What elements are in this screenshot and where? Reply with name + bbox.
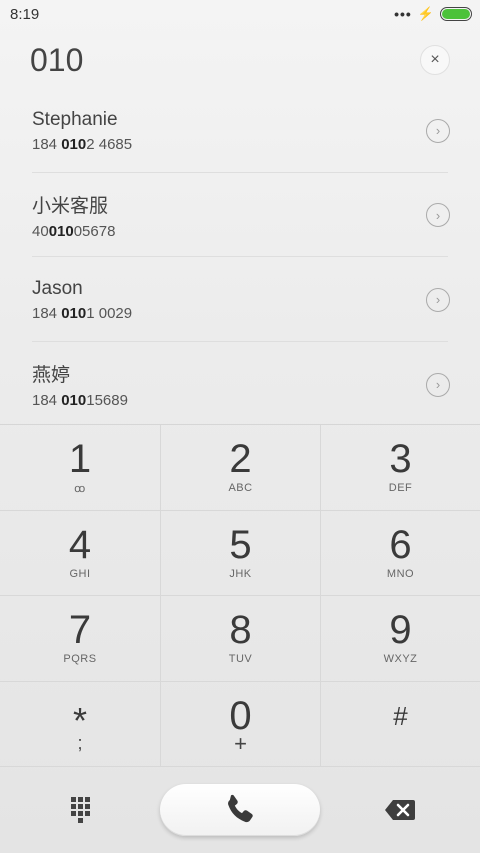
contact-number: 184 01015689 bbox=[32, 392, 128, 410]
dialed-number: 010 bbox=[30, 41, 84, 78]
dialer-action-bar bbox=[0, 766, 480, 853]
grid-icon bbox=[70, 796, 90, 823]
phone-icon bbox=[228, 794, 253, 822]
contact-results: Stephanie 184 0102 4685 › 小米客服 400100567… bbox=[0, 88, 480, 426]
dialed-number-row: 010 × bbox=[0, 36, 480, 84]
key-4[interactable]: 4 GHI bbox=[0, 510, 161, 596]
chevron-right-icon[interactable]: › bbox=[426, 372, 450, 397]
clear-button[interactable]: × bbox=[420, 45, 450, 75]
voicemail-icon: ꝏ bbox=[74, 483, 86, 496]
status-icons: ••• ⚡ bbox=[394, 6, 472, 22]
contact-result-item[interactable]: 燕婷 184 01015689 › bbox=[32, 342, 450, 427]
contact-result-item[interactable]: 小米客服 4001005678 › bbox=[32, 173, 450, 257]
key-3[interactable]: 3 DEF bbox=[321, 425, 480, 511]
battery-icon bbox=[440, 7, 472, 21]
contact-name: Stephanie bbox=[32, 108, 118, 130]
more-icon: ••• bbox=[394, 6, 412, 22]
key-star[interactable]: *; bbox=[0, 681, 161, 767]
contact-number: 184 0101 0029 bbox=[32, 304, 133, 322]
key-5[interactable]: 5 JHK bbox=[161, 510, 321, 596]
key-6[interactable]: 6 MNO bbox=[321, 511, 480, 596]
charging-icon: ⚡ bbox=[417, 6, 434, 21]
contact-name: 燕婷 bbox=[32, 365, 71, 387]
key-1[interactable]: 1ꝏ bbox=[0, 425, 161, 511]
key-9[interactable]: 9 WXYZ bbox=[321, 596, 480, 682]
contact-result-item[interactable]: Jason 184 0101 0029 › bbox=[32, 257, 450, 342]
status-bar: 8:19 ••• ⚡ bbox=[0, 0, 480, 28]
close-icon: × bbox=[430, 51, 440, 68]
contact-result-item[interactable]: Stephanie 184 0102 4685 › bbox=[32, 88, 450, 173]
contact-name: Jason bbox=[32, 277, 83, 299]
key-hash[interactable]: # bbox=[321, 682, 480, 767]
chevron-right-icon[interactable]: › bbox=[426, 118, 450, 143]
key-7[interactable]: 7 PQRS bbox=[0, 596, 161, 682]
call-button[interactable] bbox=[160, 783, 320, 836]
dial-keypad: 1ꝏ 2 ABC 3 DEF 4 GHI 5 JHK 6 MNO 7 PQRS 8 TUV 9… bbox=[0, 424, 480, 767]
backspace-icon bbox=[385, 799, 415, 820]
key-8[interactable]: 8 TUV bbox=[161, 596, 321, 682]
contact-name: 小米客服 bbox=[32, 195, 109, 217]
backspace-button[interactable] bbox=[320, 799, 480, 821]
key-2[interactable]: 2 ABC bbox=[161, 425, 321, 511]
status-time: 8:19 bbox=[10, 5, 40, 23]
chevron-right-icon[interactable]: › bbox=[426, 287, 450, 312]
keypad-toggle-button[interactable] bbox=[0, 796, 160, 823]
contact-number: 184 0102 4685 bbox=[32, 135, 133, 153]
chevron-right-icon[interactable]: › bbox=[426, 203, 450, 228]
key-0[interactable]: 0 + bbox=[161, 681, 321, 767]
contact-number: 4001005678 bbox=[32, 222, 116, 240]
